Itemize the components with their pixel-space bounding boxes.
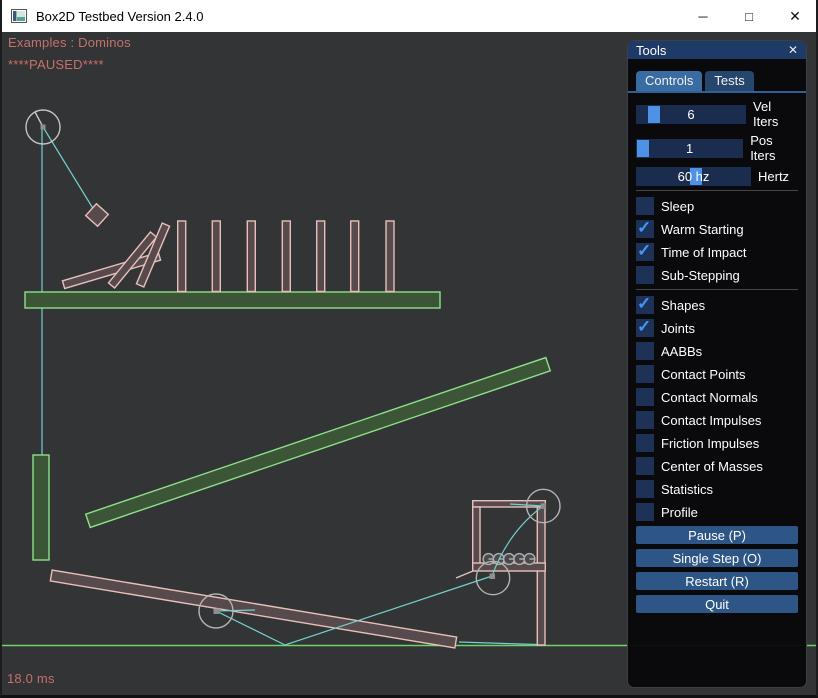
tools-close-icon[interactable]: ✕ — [788, 43, 798, 57]
checkbox-box[interactable] — [636, 220, 654, 238]
hertz-slider[interactable]: 60 hz — [636, 167, 751, 186]
checkbox-box[interactable] — [636, 434, 654, 452]
checkbox-contact-points[interactable]: Contact Points — [636, 365, 798, 383]
checkbox-shapes[interactable]: Shapes — [636, 296, 798, 314]
tab-controls[interactable]: Controls — [636, 71, 702, 91]
checkbox-contact-normals[interactable]: Contact Normals — [636, 388, 798, 406]
tab-tests[interactable]: Tests — [705, 71, 753, 91]
joint-anchor — [541, 503, 547, 509]
checkbox-time-of-impact[interactable]: Time of Impact — [636, 243, 798, 261]
checkbox-box[interactable] — [636, 388, 654, 406]
slider-row-vel-iters: 6 Vel Iters — [636, 99, 798, 129]
maximize-button[interactable]: □ — [726, 0, 772, 32]
domino — [247, 221, 255, 292]
domino — [317, 221, 325, 292]
frame-right-post — [537, 507, 545, 645]
checkbox-box[interactable] — [636, 296, 654, 314]
checkbox-box[interactable] — [636, 342, 654, 360]
restart-button[interactable]: Restart (R) — [636, 572, 798, 590]
joint-anchor — [41, 125, 46, 130]
vel-iters-label: Vel Iters — [753, 99, 798, 129]
checkbox-label: Sleep — [661, 199, 694, 214]
window-title: Box2D Testbed Version 2.4.0 — [36, 9, 203, 24]
checkbox-label: Contact Points — [661, 367, 746, 382]
paused-label: ****PAUSED**** — [8, 57, 104, 72]
joint-anchor — [490, 574, 496, 580]
minimize-button[interactable]: ─ — [680, 0, 726, 32]
checkbox-sleep[interactable]: Sleep — [636, 197, 798, 215]
domino — [212, 221, 220, 292]
joint-anchor — [214, 609, 220, 615]
checkbox-box[interactable] — [636, 503, 654, 521]
checkbox-label: Contact Normals — [661, 390, 758, 405]
frame-left-post — [473, 507, 480, 569]
checkbox-label: Shapes — [661, 298, 705, 313]
hertz-label: Hertz — [758, 169, 789, 184]
separator — [636, 190, 798, 191]
slider-row-hertz: 60 hz Hertz — [636, 167, 798, 186]
checkbox-statistics[interactable]: Statistics — [636, 480, 798, 498]
checkbox-label: AABBs — [661, 344, 702, 359]
checkbox-label: Center of Masses — [661, 459, 763, 474]
checkbox-center-of-masses[interactable]: Center of Masses — [636, 457, 798, 475]
domino — [178, 221, 186, 292]
slider-row-pos-iters: 1 Pos Iters — [636, 133, 798, 163]
checkbox-label: Sub-Stepping — [661, 268, 740, 283]
app-icon — [11, 8, 27, 24]
tools-title: Tools — [636, 43, 666, 58]
tools-window: Tools ✕ Controls Tests 6 Vel Iters 1 Pos… — [627, 40, 807, 688]
tools-tabbar: Controls Tests — [636, 71, 798, 91]
checkbox-label: Time of Impact — [661, 245, 746, 260]
vel-iters-slider[interactable]: 6 — [636, 105, 746, 124]
checkbox-box[interactable] — [636, 457, 654, 475]
checkbox-box[interactable] — [636, 266, 654, 284]
pos-iters-label: Pos Iters — [750, 133, 798, 163]
checkbox-warm-starting[interactable]: Warm Starting — [636, 220, 798, 238]
hanging-box — [86, 204, 109, 227]
domino — [282, 221, 290, 292]
example-label: Examples : Dominos — [8, 35, 131, 50]
domino — [351, 221, 359, 292]
frame-edge — [456, 571, 473, 578]
checkbox-box[interactable] — [636, 411, 654, 429]
close-button[interactable]: ✕ — [772, 0, 818, 32]
checkbox-friction-impulses[interactable]: Friction Impulses — [636, 434, 798, 452]
checkbox-box[interactable] — [636, 197, 654, 215]
checkbox-box[interactable] — [636, 365, 654, 383]
checkbox-label: Contact Impulses — [661, 413, 761, 428]
pause-button[interactable]: Pause (P) — [636, 526, 798, 544]
domino-platform — [25, 292, 440, 308]
seesaw-plank — [50, 570, 456, 648]
domino — [386, 221, 394, 292]
checkbox-label: Joints — [661, 321, 695, 336]
checkbox-aabbs[interactable]: AABBs — [636, 342, 798, 360]
checkbox-label: Profile — [661, 505, 698, 520]
checkbox-label: Statistics — [661, 482, 713, 497]
checkbox-label: Warm Starting — [661, 222, 744, 237]
checkbox-joints[interactable]: Joints — [636, 319, 798, 337]
tools-titlebar[interactable]: Tools ✕ — [628, 41, 806, 59]
checkbox-contact-impulses[interactable]: Contact Impulses — [636, 411, 798, 429]
pos-iters-slider[interactable]: 1 — [636, 139, 743, 158]
checkbox-sub-stepping[interactable]: Sub-Stepping — [636, 266, 798, 284]
os-titlebar: Box2D Testbed Version 2.4.0 ─ □ ✕ — [0, 0, 818, 32]
checkbox-box[interactable] — [636, 243, 654, 261]
checkbox-label: Friction Impulses — [661, 436, 759, 451]
quit-button[interactable]: Quit — [636, 595, 798, 613]
joint-line-diagonal — [43, 127, 97, 215]
separator — [636, 289, 798, 290]
single-step-button[interactable]: Single Step (O) — [636, 549, 798, 567]
checkbox-box[interactable] — [636, 480, 654, 498]
checkbox-profile[interactable]: Profile — [636, 503, 798, 521]
checkbox-box[interactable] — [636, 319, 654, 337]
vertical-slab — [33, 455, 49, 560]
frame-time-label: 18.0 ms — [7, 671, 55, 686]
